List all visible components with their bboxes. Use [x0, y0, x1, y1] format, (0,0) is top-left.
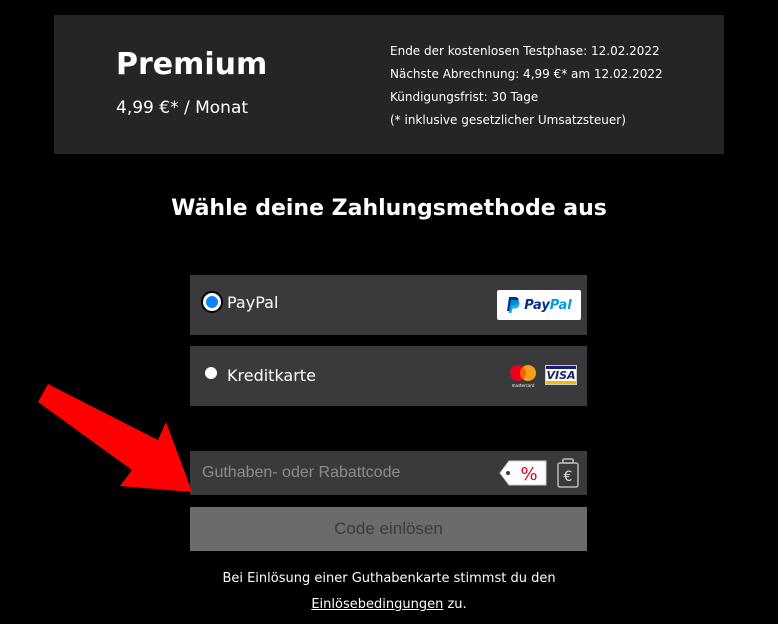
payment-option-paypal[interactable]: PayPal Pay Pal	[190, 275, 587, 335]
plan-details: Ende der kostenlosen Testphase: 12.02.20…	[390, 40, 663, 132]
payment-option-creditcard[interactable]: Kreditkarte mastercard VISA	[190, 346, 587, 406]
terms-note-line1: Bei Einlösung einer Guthabenkarte stimms…	[222, 571, 556, 586]
gift-card-symbol: €	[564, 469, 573, 485]
visa-logo-text: VISA	[546, 368, 576, 382]
plan-summary: Premium 4,99 €* / Monat Ende der kostenl…	[54, 15, 724, 154]
redeem-terms-link[interactable]: Einlösebedingungen	[311, 597, 443, 612]
paypal-logo-text-a: Pay	[524, 297, 550, 313]
redeem-terms-note: Bei Einlösung einer Guthabenkarte stimms…	[0, 566, 778, 618]
paypal-mark-icon	[507, 297, 520, 313]
red-arrow-icon	[38, 384, 192, 492]
trial-end-text: Ende der kostenlosen Testphase: 12.02.20…	[390, 44, 660, 58]
voucher-code-field[interactable]: % €	[190, 451, 587, 495]
plan-price: 4,99 €* / Monat	[116, 98, 249, 118]
plan-name: Premium	[116, 47, 268, 82]
mastercard-logo-text: mastercard	[512, 383, 535, 388]
cancellation-period-text: Kündigungsfrist: 30 Tage	[390, 90, 539, 104]
creditcard-label: Kreditkarte	[227, 366, 316, 385]
terms-note-suffix: zu.	[443, 597, 467, 612]
radio-paypal[interactable]	[203, 293, 221, 311]
paypal-logo-text-b: Pal	[549, 297, 572, 313]
discount-tag-icon: %	[499, 460, 547, 486]
redeem-code-button[interactable]: Code einlösen	[190, 507, 587, 551]
terms-note-line2: Einlösebedingungen zu.	[0, 592, 778, 618]
gift-card-icon: €	[557, 458, 579, 488]
paypal-label: PayPal	[227, 293, 279, 312]
radio-creditcard[interactable]	[205, 367, 217, 379]
voucher-code-input[interactable]	[190, 451, 490, 495]
vat-note-text: (* inklusive gesetzlicher Umsatzsteuer)	[390, 113, 626, 127]
next-billing-text: Nächste Abrechnung: 4,99 €* am 12.02.202…	[390, 67, 663, 81]
payment-method-title: Wähle deine Zahlungsmethode aus	[171, 196, 607, 221]
visa-logo-icon: VISA	[545, 365, 577, 385]
paypal-logo-icon: Pay Pal	[497, 290, 581, 320]
mastercard-logo-icon: mastercard	[510, 365, 536, 388]
discount-tag-symbol: %	[520, 464, 537, 485]
